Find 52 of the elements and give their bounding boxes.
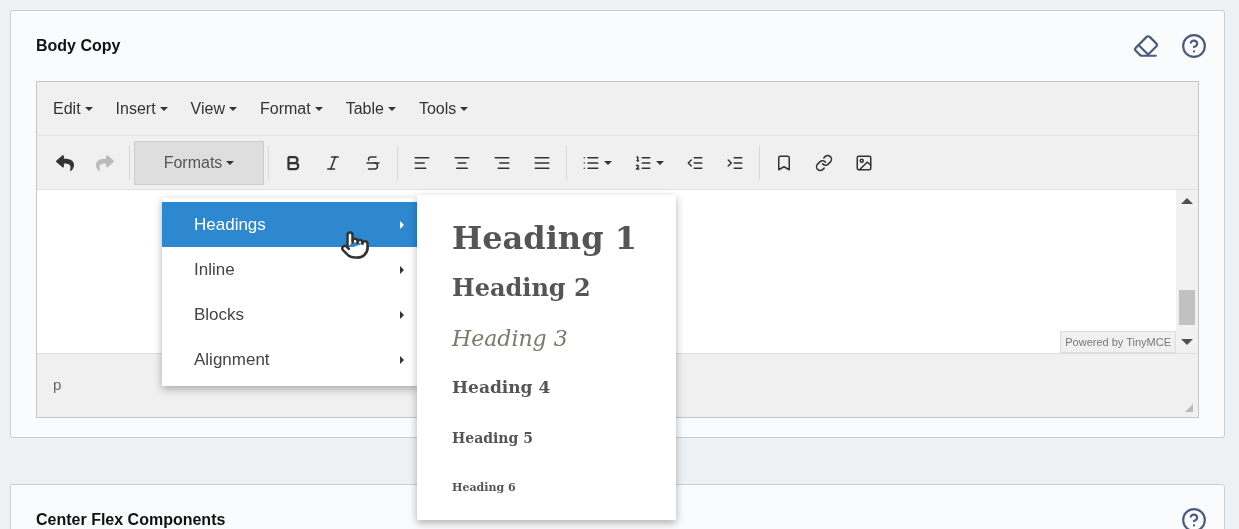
caret-icon [656,160,664,165]
help-icon[interactable] [1181,33,1207,59]
bold-icon [284,153,302,172]
menu-item[interactable]: Table [337,96,404,121]
strikethrough-icon [364,153,382,172]
caret-icon [159,106,168,111]
menu-item[interactable]: Alignment [162,337,418,382]
scroll-thumb[interactable] [1179,290,1195,325]
scroll-up-icon[interactable] [1181,198,1193,204]
menu-item[interactable]: Blocks [162,292,418,337]
link-icon [815,153,833,172]
heading-option[interactable]: Heading 3 [452,321,568,355]
submenu-arrow-icon [400,310,404,319]
caret-icon [229,106,237,111]
element-path[interactable]: p [53,374,62,397]
caret-icon [84,106,93,111]
submenu-arrow-icon [400,265,404,274]
italic-icon [324,153,342,172]
hand-pointer-icon [340,230,370,260]
caret-icon [604,160,612,165]
caret-icon [460,106,469,111]
numbered-list-icon [634,153,652,172]
formats-dropdown[interactable]: Formats [134,140,264,185]
branding-label[interactable]: Powered by TinyMCE [1060,330,1176,353]
scrollbar[interactable] [1176,190,1198,353]
eraser-icon[interactable] [1133,33,1159,59]
caret-icon [314,106,323,111]
resize-handle-icon[interactable] [1184,403,1194,413]
undo-icon [56,153,74,172]
bookmark-icon [775,153,793,172]
scroll-down-icon[interactable] [1181,339,1193,345]
caret-icon [226,160,235,165]
submenu-arrow-icon [400,355,404,364]
image-icon [855,153,873,172]
menu-item[interactable]: Insert [107,96,176,121]
heading-option[interactable]: Heading 6 [452,479,516,497]
menu-item[interactable]: View [182,96,245,121]
menu-item[interactable]: Format [252,96,331,121]
menu-item[interactable]: Tools [410,96,477,121]
submenu-arrow-icon [400,220,404,229]
menu-item[interactable]: Inline [162,247,418,292]
menu-item[interactable]: Headings [162,202,418,247]
heading-option[interactable]: Heading 5 [452,427,533,449]
caret-icon [387,106,396,111]
menu-item[interactable]: Edit [45,96,101,121]
heading-option[interactable]: Heading 2 [452,270,591,306]
heading-option[interactable]: Heading 1 [452,214,637,262]
redo-icon [96,153,114,172]
heading-option[interactable]: Heading 4 [452,375,551,401]
help-icon[interactable] [1181,507,1207,529]
panel-title: Body Copy [36,36,121,56]
panel-title: Center Flex Components [36,510,226,529]
